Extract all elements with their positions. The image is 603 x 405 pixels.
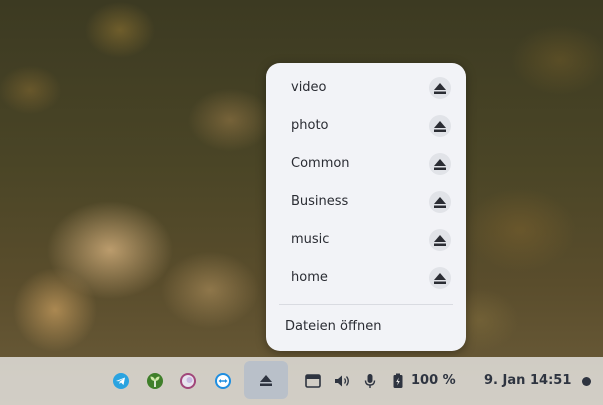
drive-label: video — [291, 80, 327, 95]
eject-icon — [434, 196, 446, 208]
seedling-icon[interactable] — [145, 371, 165, 391]
remote-desktop-icon[interactable] — [213, 371, 233, 391]
drive-item-business[interactable]: Business — [266, 183, 466, 221]
open-files-label: Dateien öffnen — [285, 319, 382, 334]
keyboard-icon[interactable] — [303, 371, 323, 391]
drive-label: music — [291, 232, 330, 247]
notification-dot-icon[interactable] — [582, 377, 591, 386]
color-disc-icon[interactable] — [178, 371, 198, 391]
eject-icon — [434, 158, 446, 170]
drive-item-video[interactable]: video — [266, 69, 466, 107]
eject-video-button[interactable] — [429, 77, 451, 99]
drive-item-music[interactable]: music — [266, 221, 466, 259]
clock-time[interactable]: 14:51 — [530, 357, 571, 405]
battery-level: 100 % — [411, 373, 456, 388]
microphone-icon[interactable] — [360, 371, 380, 391]
battery-icon[interactable] — [388, 371, 408, 391]
volume-icon[interactable] — [332, 371, 352, 391]
telegram-icon[interactable] — [111, 371, 131, 391]
eject-business-button[interactable] — [429, 191, 451, 213]
menu-divider — [279, 304, 453, 305]
eject-home-button[interactable] — [429, 267, 451, 289]
eject-photo-button[interactable] — [429, 115, 451, 137]
eject-icon — [434, 272, 446, 284]
clock-date[interactable]: 9. Jan — [484, 357, 525, 405]
taskbar: 100 % 9. Jan 14:51 — [0, 357, 603, 405]
drive-label: photo — [291, 118, 329, 133]
removable-drives-button[interactable] — [244, 361, 288, 399]
eject-icon — [434, 82, 446, 94]
open-files-button[interactable]: Dateien öffnen — [266, 313, 466, 341]
drive-label: home — [291, 270, 328, 285]
eject-icon — [434, 234, 446, 246]
drive-label: Business — [291, 194, 349, 209]
drive-item-photo[interactable]: photo — [266, 107, 466, 145]
removable-drives-menu: video photo Common Business music home D… — [266, 63, 466, 351]
eject-icon — [260, 374, 272, 386]
eject-icon — [434, 120, 446, 132]
eject-common-button[interactable] — [429, 153, 451, 175]
drive-item-common[interactable]: Common — [266, 145, 466, 183]
eject-music-button[interactable] — [429, 229, 451, 251]
drive-item-home[interactable]: home — [266, 259, 466, 297]
drive-label: Common — [291, 156, 350, 171]
